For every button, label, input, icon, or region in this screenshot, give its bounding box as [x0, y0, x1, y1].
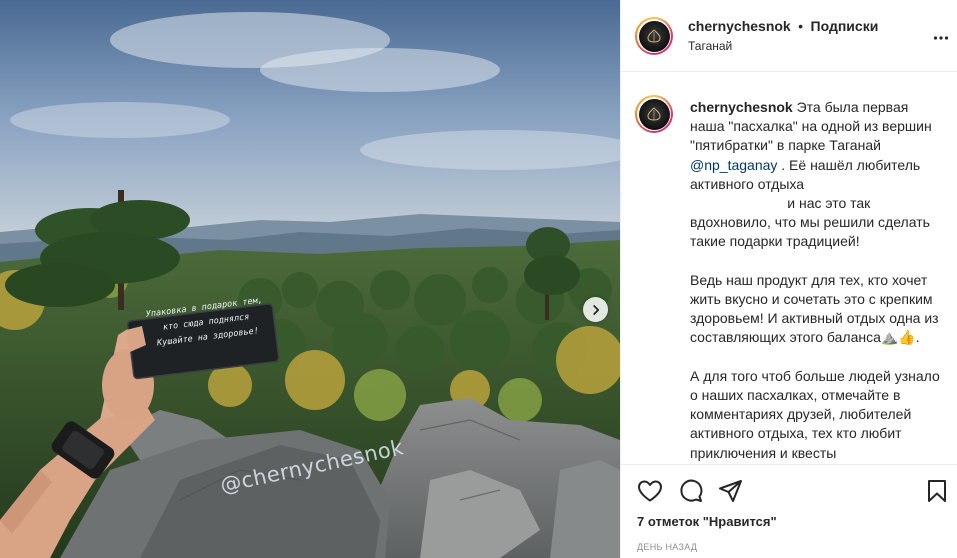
- garlic-logo-icon: [647, 29, 661, 43]
- comment-icon: [680, 479, 703, 502]
- separator-dot: •: [798, 18, 804, 34]
- caption-text: chernychesnok Эта была первая наша "пасх…: [690, 98, 945, 463]
- more-horizontal-icon: [933, 36, 949, 40]
- garlic-logo-icon: [647, 107, 661, 121]
- next-photo-button[interactable]: [583, 297, 608, 322]
- like-button[interactable]: [637, 479, 663, 508]
- caption-username[interactable]: chernychesnok: [690, 99, 793, 115]
- mention-link[interactable]: @np_taganay: [690, 157, 777, 173]
- caption-body: . Её нашёл любитель активного отдыха и н…: [690, 156, 939, 346]
- avatar[interactable]: [635, 17, 673, 55]
- caption-area: chernychesnok Эта была первая наша "пасх…: [621, 72, 957, 464]
- heart-icon: [638, 480, 662, 502]
- share-button[interactable]: [718, 479, 744, 508]
- caption-body: . А для того чтоб больше людей узнало о …: [690, 329, 940, 461]
- chevron-right-icon: [592, 304, 599, 315]
- post-photo[interactable]: Упаковка в подарок тем, кто сюда поднялс…: [0, 0, 620, 558]
- actions-bar: 7 отметок "Нравится" день назад: [621, 464, 957, 558]
- post-header: chernychesnok • Подписки Таганай: [621, 0, 957, 72]
- likes-count[interactable]: 7 отметок "Нравится": [637, 514, 777, 529]
- caption-avatar[interactable]: [635, 95, 673, 133]
- post-username[interactable]: chernychesnok: [688, 18, 791, 34]
- post-side-panel: chernychesnok • Подписки Таганай chernyc…: [620, 0, 957, 558]
- following-button[interactable]: Подписки: [811, 18, 879, 34]
- more-options-button[interactable]: [933, 28, 949, 46]
- mountain-thumbs-emoji: ⛰️👍: [880, 329, 916, 346]
- bookmark-icon: [928, 480, 946, 502]
- post-timestamp[interactable]: день назад: [637, 542, 697, 552]
- comment-button[interactable]: [678, 479, 704, 508]
- save-button[interactable]: [925, 479, 949, 508]
- share-icon: [719, 480, 742, 502]
- post-location[interactable]: Таганай: [688, 39, 732, 53]
